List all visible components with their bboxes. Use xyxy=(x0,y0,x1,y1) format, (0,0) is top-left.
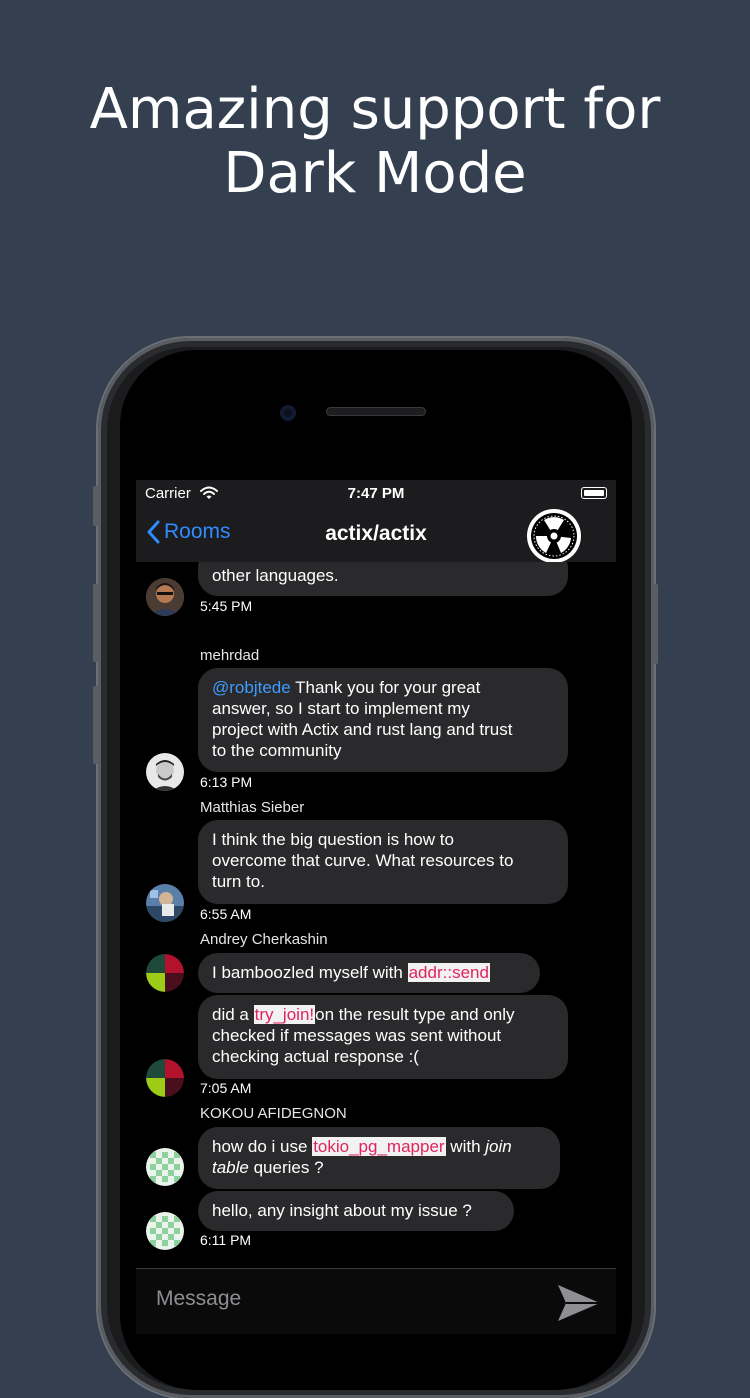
avatar-identicon xyxy=(146,1059,184,1097)
avatar[interactable] xyxy=(146,1059,184,1097)
message-text: hello, any insight about my issue ? xyxy=(212,1201,472,1220)
message-text: Thank you for your great xyxy=(290,678,481,697)
message-timestamp: 6:13 PM xyxy=(200,774,253,790)
message-text: to the community xyxy=(212,741,342,760)
mute-switch xyxy=(93,486,99,526)
message-bubble: how do i use tokio_pg_mapper with join t… xyxy=(198,1127,560,1189)
message-bubble: I think the big question is how to overc… xyxy=(198,820,568,904)
message-bubble: I bamboozled myself with addr::send xyxy=(198,953,540,993)
status-time: 7:47 PM xyxy=(347,485,405,502)
sender-name: Andrey Cherkashin xyxy=(200,931,328,948)
avatar[interactable] xyxy=(146,884,184,922)
message-text: turn to. xyxy=(212,872,265,891)
status-bar: Carrier 7:47 PM xyxy=(136,480,616,508)
message-text: I think the big question is how to xyxy=(212,830,454,849)
avatar-identicon xyxy=(146,954,184,992)
inline-code: try_join! xyxy=(253,1005,316,1024)
headline-line-2: Dark Mode xyxy=(223,141,527,206)
sender-name: Matthias Sieber xyxy=(200,799,305,816)
sender-name: KOKOU AFIDEGNON xyxy=(200,1105,347,1122)
message-text: answer, so I start to implement my xyxy=(212,699,470,718)
sender-name: mehrdad xyxy=(200,647,260,664)
message-text: with xyxy=(445,1137,486,1156)
message-text: queries ? xyxy=(248,1158,324,1177)
message-text: overcome that curve. What resources to xyxy=(212,851,514,870)
avatar[interactable] xyxy=(146,753,184,791)
inline-code: addr::send xyxy=(407,963,490,982)
avatar-photo xyxy=(146,578,184,616)
message-text: how do i use xyxy=(212,1137,313,1156)
volume-up-button xyxy=(93,584,99,662)
avatar-photo xyxy=(146,753,184,791)
front-camera xyxy=(280,405,296,421)
message-text: project with Actix and rust lang and tru… xyxy=(212,720,513,739)
power-button xyxy=(652,584,658,664)
send-icon[interactable] xyxy=(556,1283,602,1323)
message-timestamp: 7:05 AM xyxy=(200,1080,252,1096)
message-text: did a xyxy=(212,1005,254,1024)
message-timestamp: 5:45 PM xyxy=(200,598,253,614)
message-text: checking actual response :( xyxy=(212,1047,419,1066)
message-text: I bamboozled myself with xyxy=(212,963,408,982)
headline: Amazing support for Dark Mode xyxy=(0,78,750,206)
message-text-italic: join xyxy=(485,1137,512,1156)
message-list[interactable]: other languages. 5:45 PM mehrdad @robjte… xyxy=(136,562,616,1268)
avatar-identicon xyxy=(146,1148,184,1186)
avatar[interactable] xyxy=(146,954,184,992)
message-text: other languages. xyxy=(212,566,339,585)
avatar-photo xyxy=(146,884,184,922)
avatar[interactable] xyxy=(146,1148,184,1186)
message-input[interactable]: Message xyxy=(156,1287,241,1311)
message-bubble: hello, any insight about my issue ? xyxy=(198,1191,514,1231)
app-screen: Carrier 7:47 PM Rooms actix/actix other … xyxy=(136,480,616,1334)
message-text-italic: table xyxy=(212,1158,249,1177)
headline-line-1: Amazing support for xyxy=(89,77,661,142)
avatar-identicon xyxy=(146,1212,184,1250)
message-bubble: other languages. xyxy=(198,562,568,596)
user-mention-link[interactable]: @robjtede xyxy=(212,678,291,697)
message-text: checked if messages was sent without xyxy=(212,1026,502,1045)
battery-icon xyxy=(581,487,607,499)
earpiece-speaker xyxy=(326,407,426,416)
avatar[interactable] xyxy=(146,1212,184,1250)
inline-code: tokio_pg_mapper xyxy=(312,1137,446,1156)
message-timestamp: 6:55 AM xyxy=(200,906,252,922)
message-bubble: did a try_join!on the result type and on… xyxy=(198,995,568,1079)
actix-logo-icon[interactable] xyxy=(526,508,582,564)
navigation-bar: Rooms actix/actix xyxy=(136,508,616,564)
avatar[interactable] xyxy=(146,578,184,616)
volume-down-button xyxy=(93,686,99,764)
message-text: on the result type and only xyxy=(315,1005,515,1024)
message-timestamp: 6:11 PM xyxy=(200,1232,252,1248)
composer-bar: Message xyxy=(136,1268,616,1334)
message-bubble: @robjtede Thank you for your great answe… xyxy=(198,668,568,772)
